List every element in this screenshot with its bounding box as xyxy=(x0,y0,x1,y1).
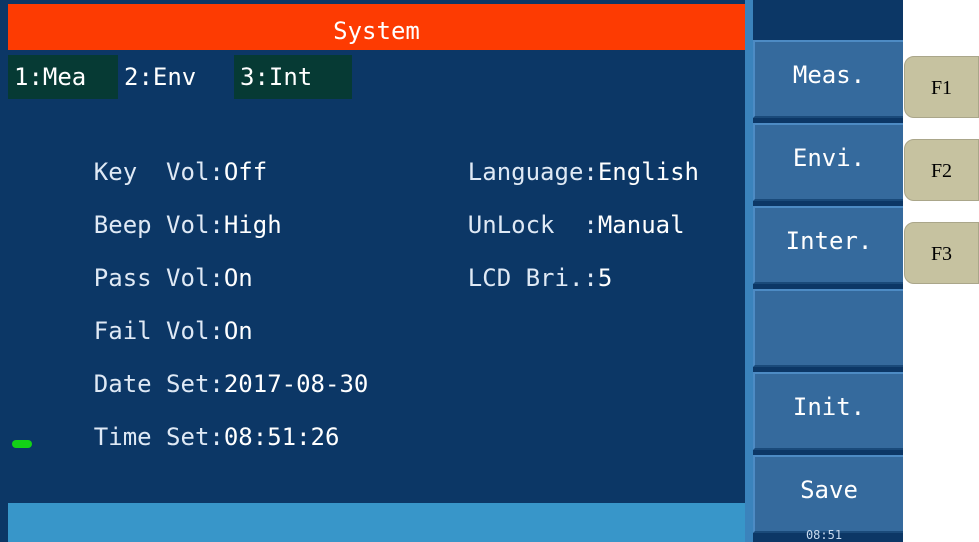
setting-label: Fail Vol: xyxy=(93,317,224,345)
softkey-inter[interactable]: Inter. xyxy=(753,206,903,284)
setting-value[interactable]: Manual xyxy=(598,211,685,239)
setting-label: LCD Bri.: xyxy=(467,264,598,292)
clock-display: 08:51 xyxy=(805,528,843,542)
f1-key[interactable]: F1 xyxy=(904,56,979,118)
setting-label: Beep Vol: xyxy=(93,211,224,239)
setting-value[interactable]: 5 xyxy=(598,264,612,292)
softkey-blank[interactable] xyxy=(753,289,903,367)
softkey-init[interactable]: Init. xyxy=(753,372,903,450)
softkey-meas[interactable]: Meas. xyxy=(753,40,903,118)
softkey-envi[interactable]: Envi. xyxy=(753,123,903,201)
f3-key[interactable]: F3 xyxy=(904,222,979,284)
setting-value[interactable]: Off xyxy=(224,158,267,186)
setting-value[interactable]: English xyxy=(598,158,699,186)
setting-label: Time Set: xyxy=(93,423,224,451)
setting-value[interactable]: 08:51:26 xyxy=(224,423,340,451)
setting-label: Date Set: xyxy=(93,370,224,398)
setting-value[interactable]: On xyxy=(224,317,253,345)
softkey-panel: Meas. Envi. Inter. Init. Save xyxy=(745,0,903,542)
setting-label: Pass Vol: xyxy=(93,264,224,292)
setting-value[interactable]: On xyxy=(224,264,253,292)
cursor-indicator-icon xyxy=(12,440,32,448)
setting-lcd-brightness[interactable]: LCD Bri.:5 xyxy=(410,236,613,320)
tab-interface[interactable]: 3:Int xyxy=(234,55,352,99)
page-title: System xyxy=(8,4,745,50)
setting-value[interactable]: 2017-08-30 xyxy=(224,370,369,398)
setting-time-set[interactable]: Time Set:08:51:26 xyxy=(36,395,340,479)
setting-label: Key Vol: xyxy=(93,158,224,186)
setting-label: Language: xyxy=(467,158,598,186)
softkey-save[interactable]: Save xyxy=(753,455,903,533)
tab-environment[interactable]: 2:Env xyxy=(118,55,234,99)
setting-label: UnLock : xyxy=(467,211,598,239)
instrument-screen: System 1:Mea 2:Env 3:Int Key Vol:Off Bee… xyxy=(0,0,745,542)
setting-value[interactable]: High xyxy=(224,211,282,239)
f2-key[interactable]: F2 xyxy=(904,139,979,201)
status-bar xyxy=(8,503,745,542)
tab-measurement[interactable]: 1:Mea xyxy=(8,55,118,99)
